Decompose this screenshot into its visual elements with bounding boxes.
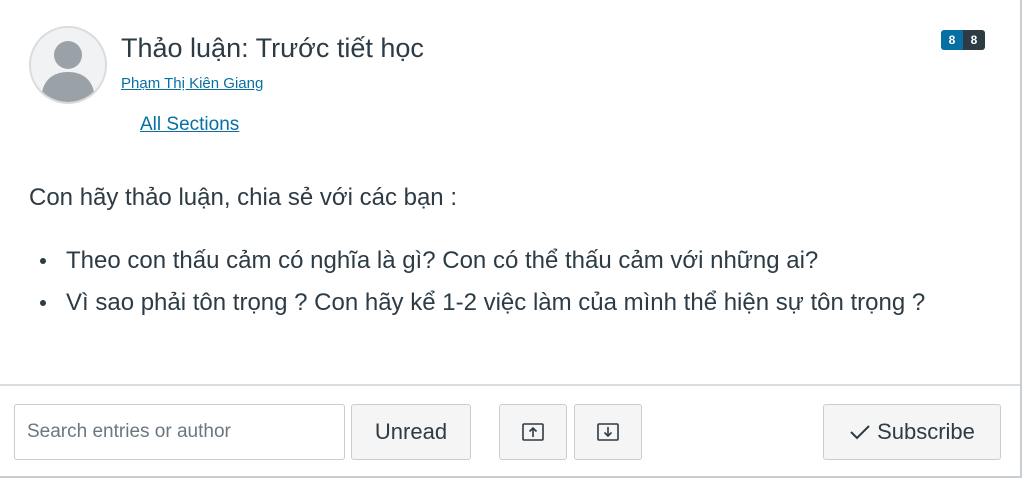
expand-threads-button[interactable]: [499, 404, 567, 460]
message-bullet-list: Theo con thấu cảm có nghĩa là gì? Con có…: [29, 240, 969, 324]
all-sections-link[interactable]: All Sections: [140, 114, 239, 136]
user-silhouette-icon: [31, 28, 105, 102]
author-name-link[interactable]: Phạm Thị Kiên Giang: [121, 75, 263, 92]
discussion-container: Thảo luận: Trước tiết học Phạm Thị Kiên …: [0, 0, 1022, 478]
checkmark-icon: [849, 423, 871, 441]
entry-count-badge: 8 8: [941, 30, 985, 50]
author-avatar[interactable]: [29, 26, 107, 104]
subscribe-button-label: Subscribe: [877, 419, 975, 444]
list-item: Vì sao phải tôn trọng ? Con hãy kể 1-2 v…: [29, 282, 969, 324]
subscribe-button[interactable]: Subscribe: [823, 404, 1001, 460]
unread-button-label: Unread: [374, 419, 448, 444]
message-intro: Con hãy thảo luận, chia sẻ với các bạn :: [29, 184, 457, 211]
search-entries-input[interactable]: [14, 404, 345, 460]
unread-count-badge: 8: [941, 30, 963, 50]
unread-filter-button[interactable]: Unread: [351, 404, 471, 460]
discussion-title: Thảo luận: Trước tiết học: [121, 33, 424, 63]
arrow-down-tray-icon: [597, 423, 619, 441]
total-count-badge: 8: [963, 30, 985, 50]
collapse-threads-button[interactable]: [574, 404, 642, 460]
arrow-up-tray-icon: [522, 423, 544, 441]
toolbar-divider: [0, 384, 1020, 386]
list-item: Theo con thấu cảm có nghĩa là gì? Con có…: [29, 240, 969, 282]
